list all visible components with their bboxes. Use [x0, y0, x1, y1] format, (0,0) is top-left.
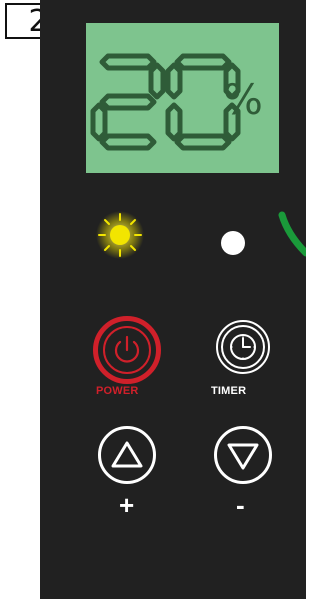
timer-button-inner-ring — [221, 325, 265, 369]
power-button[interactable] — [93, 316, 161, 384]
timer-button[interactable] — [216, 320, 270, 374]
minus-label: - — [236, 490, 245, 520]
power-icon — [114, 335, 140, 363]
triangle-down-icon — [227, 443, 259, 470]
sun-icon — [96, 211, 144, 259]
green-accent-arc — [278, 211, 306, 257]
power-button-inner-ring — [103, 326, 151, 374]
digit-2 — [90, 53, 166, 151]
plus-label: + — [119, 490, 135, 520]
power-label: POWER — [96, 385, 139, 397]
white-led-indicator — [221, 231, 245, 255]
decrease-button[interactable] — [214, 426, 272, 484]
increase-button[interactable] — [98, 426, 156, 484]
timer-label: TIMER — [211, 385, 247, 397]
triangle-up-icon — [111, 441, 143, 468]
percent-unit: % — [223, 75, 263, 124]
clock-icon — [230, 334, 256, 360]
